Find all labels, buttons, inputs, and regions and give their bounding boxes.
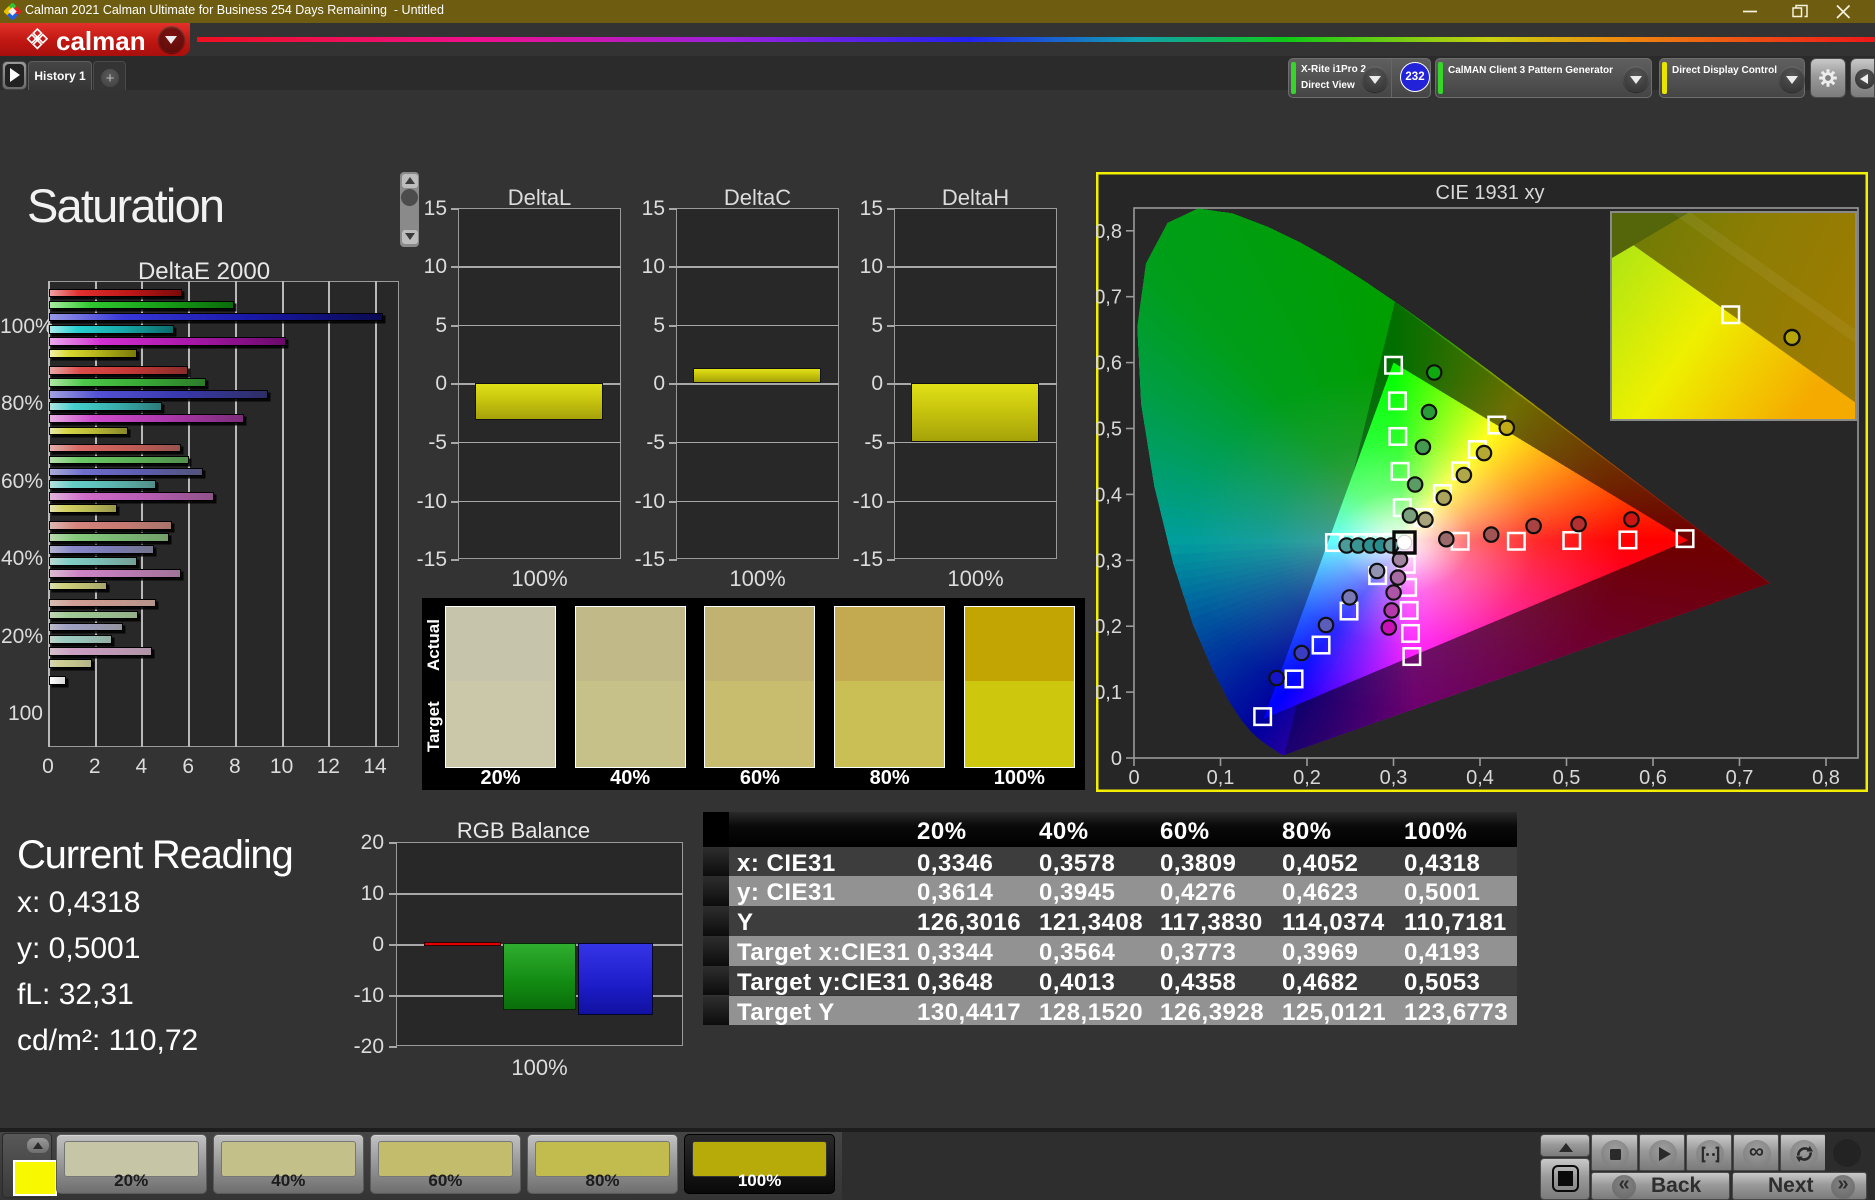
svg-text:0: 0 [1128,767,1139,789]
svg-text:0,8: 0,8 [1812,767,1840,789]
svg-text:0,4: 0,4 [1096,484,1122,506]
svg-text:0: 0 [1111,748,1122,770]
svg-text:CIE 1931 xy: CIE 1931 xy [1436,182,1545,204]
svg-text:0,2: 0,2 [1293,767,1321,789]
svg-text:0,6: 0,6 [1096,353,1122,375]
svg-text:0,2: 0,2 [1096,616,1122,638]
svg-text:0,6: 0,6 [1639,767,1667,789]
svg-text:0,3: 0,3 [1096,550,1122,572]
svg-text:0,7: 0,7 [1726,767,1754,789]
svg-text:0,5: 0,5 [1096,419,1122,441]
svg-text:0,8: 0,8 [1096,221,1122,243]
svg-text:0,3: 0,3 [1380,767,1408,789]
svg-text:0,5: 0,5 [1553,767,1581,789]
svg-text:0,4: 0,4 [1466,767,1494,789]
svg-text:0,7: 0,7 [1096,287,1122,309]
svg-text:0,1: 0,1 [1207,767,1235,789]
svg-text:0,1: 0,1 [1096,682,1122,704]
